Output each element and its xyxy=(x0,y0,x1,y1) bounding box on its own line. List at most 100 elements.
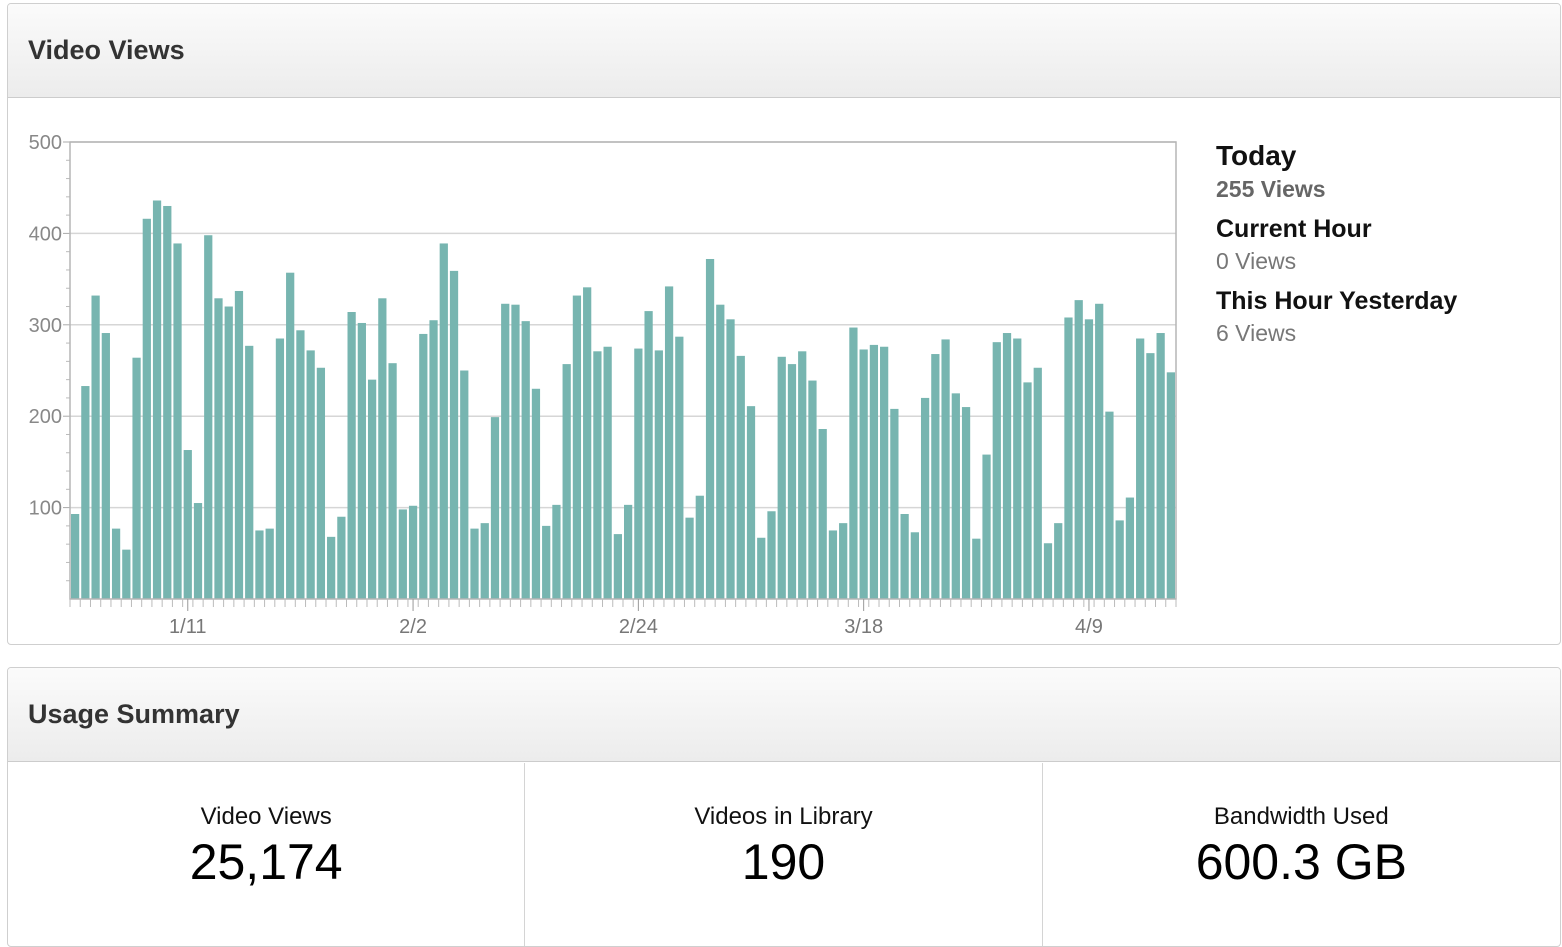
current-hour-label: Current Hour xyxy=(1216,215,1372,243)
bar xyxy=(449,270,459,599)
bar xyxy=(367,379,377,599)
bar xyxy=(1146,353,1155,599)
bar xyxy=(859,349,868,599)
bar xyxy=(808,380,817,599)
bar xyxy=(245,345,254,599)
bar xyxy=(828,530,838,599)
summary-label: Bandwidth Used xyxy=(1213,803,1389,830)
bar xyxy=(204,235,213,599)
bar xyxy=(736,355,745,599)
bar xyxy=(296,330,305,599)
bar xyxy=(1023,382,1032,599)
today-value: 255 Views xyxy=(1216,176,1326,202)
bar xyxy=(726,319,735,599)
bar xyxy=(234,290,244,599)
bar xyxy=(388,363,397,599)
bar xyxy=(214,298,223,599)
summary-videos-in-library: Videos in Library 190 xyxy=(525,763,1043,946)
bar xyxy=(654,350,663,599)
y-tick-label: 500 xyxy=(29,132,62,154)
bar xyxy=(562,364,571,599)
bar xyxy=(1166,372,1175,599)
bar xyxy=(357,322,366,599)
bar xyxy=(777,356,786,599)
bar xyxy=(1013,338,1022,599)
bar xyxy=(910,532,919,599)
bar xyxy=(265,528,274,599)
bar xyxy=(613,534,622,599)
x-tick-label: 1/11 xyxy=(169,616,206,638)
bar xyxy=(419,333,428,599)
bar xyxy=(71,513,80,599)
bar xyxy=(685,517,694,599)
bar xyxy=(746,406,756,599)
bar xyxy=(552,504,561,599)
summary-label: Videos in Library xyxy=(694,803,873,830)
bar xyxy=(941,339,950,599)
bar xyxy=(470,528,479,599)
bar xyxy=(81,386,90,599)
bar xyxy=(675,336,684,599)
bar xyxy=(511,304,520,599)
bar xyxy=(1136,338,1145,599)
x-tick-label: 4/9 xyxy=(1075,616,1103,638)
y-tick-label: 300 xyxy=(29,315,62,337)
bar xyxy=(767,511,776,599)
y-tick-label: 100 xyxy=(29,498,62,520)
bar xyxy=(1033,367,1042,599)
summary-value: 600.3 GB xyxy=(1195,834,1407,890)
bar xyxy=(132,357,141,599)
bar xyxy=(1002,333,1012,599)
bar xyxy=(152,200,162,599)
bar xyxy=(972,538,981,599)
bar xyxy=(572,295,582,599)
bar xyxy=(634,348,643,599)
bar xyxy=(1084,319,1094,599)
yesterday-value: 6 Views xyxy=(1216,320,1297,346)
x-tick-label: 3/18 xyxy=(844,616,883,638)
today-label: Today xyxy=(1216,140,1297,171)
bar xyxy=(818,428,827,599)
video-views-title: Video Views xyxy=(28,35,185,65)
bar xyxy=(91,295,100,599)
bar xyxy=(429,320,438,599)
x-tick-label: 2/2 xyxy=(399,616,427,638)
bar xyxy=(1054,523,1063,599)
bar xyxy=(583,287,592,599)
bar xyxy=(480,523,489,599)
bar xyxy=(122,549,131,599)
bar xyxy=(306,350,315,599)
bar xyxy=(849,327,858,599)
bar xyxy=(316,367,326,599)
summary-label: Video Views xyxy=(200,803,332,830)
bar xyxy=(521,321,530,599)
bar xyxy=(347,312,356,599)
current-hour-value: 0 Views xyxy=(1216,248,1297,274)
bar xyxy=(787,364,797,599)
bar xyxy=(101,333,110,599)
summary-value: 25,174 xyxy=(189,834,343,890)
bar xyxy=(900,513,909,599)
bar xyxy=(111,528,121,599)
summary-bandwidth-used: Bandwidth Used 600.3 GB xyxy=(1043,763,1560,946)
usage-summary-panel: Usage Summary Video Views 25,174 Videos … xyxy=(7,667,1561,947)
bar xyxy=(982,454,991,599)
bar xyxy=(193,503,203,599)
bar xyxy=(1095,303,1104,599)
bar xyxy=(255,530,264,599)
bar xyxy=(542,525,551,599)
bar xyxy=(664,286,674,599)
bar xyxy=(337,516,346,599)
y-tick-label: 400 xyxy=(29,223,62,245)
bar xyxy=(163,205,172,599)
bar xyxy=(695,495,704,599)
bar xyxy=(798,351,807,599)
bar xyxy=(839,523,848,599)
usage-summary-row: Video Views 25,174 Videos in Library 190… xyxy=(8,763,1560,946)
bar xyxy=(286,272,295,599)
bar xyxy=(757,537,766,599)
bar xyxy=(460,370,469,599)
bar xyxy=(624,504,633,599)
bar xyxy=(931,354,940,599)
bar xyxy=(183,450,192,599)
